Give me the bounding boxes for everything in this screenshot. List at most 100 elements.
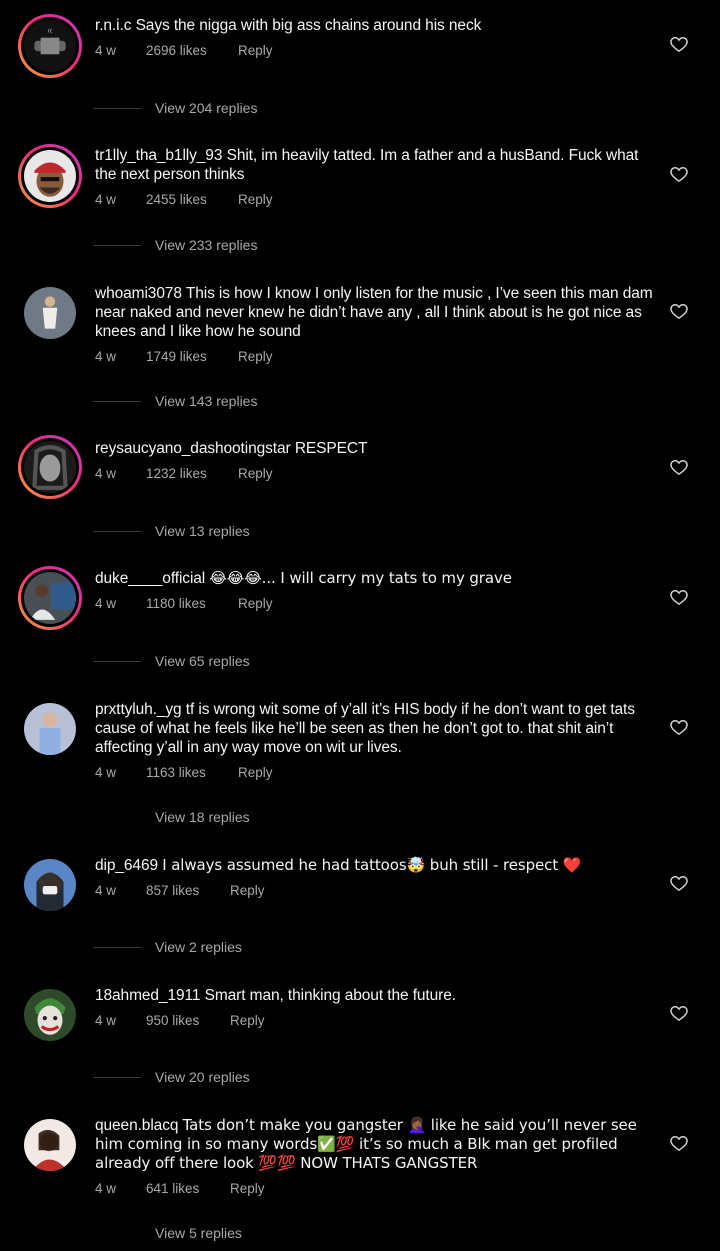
view-replies-label: View 233 replies xyxy=(155,237,258,253)
view-replies-button[interactable]: View 18 replies xyxy=(93,809,250,825)
comment-time: 4 w xyxy=(95,192,117,207)
view-replies-button[interactable]: View 20 replies xyxy=(93,1069,250,1085)
avatar-image xyxy=(24,150,76,202)
comment-time: 4 w xyxy=(95,1013,117,1028)
view-replies-button[interactable]: View 5 replies xyxy=(93,1225,242,1241)
avatar-image xyxy=(24,703,76,755)
comment-meta: 4 w 1749 likes Reply xyxy=(95,349,655,364)
avatar-image xyxy=(24,287,76,339)
comment-text: 18ahmed_1911 Smart man, thinking about t… xyxy=(95,986,655,1005)
avatar[interactable] xyxy=(24,287,76,339)
divider-line xyxy=(93,660,141,662)
reply-button[interactable]: Reply xyxy=(230,1181,265,1196)
heart-outline-icon[interactable] xyxy=(669,34,689,54)
avatar[interactable] xyxy=(24,859,76,911)
view-replies-button[interactable]: View 2 replies xyxy=(93,939,242,955)
view-replies-button[interactable]: View 233 replies xyxy=(93,237,257,253)
comment-likes[interactable]: 857 likes xyxy=(146,883,230,898)
heart-outline-icon[interactable] xyxy=(669,164,689,184)
comment-text: duke____official 😂😂😂... I will carry my … xyxy=(95,569,655,588)
comment-body: Says the nigga with big ass chains aroun… xyxy=(135,17,482,34)
divider-line xyxy=(93,1233,141,1234)
heart-outline-icon[interactable] xyxy=(669,301,689,321)
reply-button[interactable]: Reply xyxy=(238,596,273,611)
comment-username[interactable]: reysaucyano_dashootingstar xyxy=(95,440,291,457)
view-replies-label: View 2 replies xyxy=(155,939,242,955)
comment-time: 4 w xyxy=(95,765,117,780)
comment-body: I always assumed he had tattoos🤯 buh sti… xyxy=(162,856,582,874)
comment-username[interactable]: r.n.i.c xyxy=(95,17,131,34)
comment-meta: 4 w 1180 likes Reply xyxy=(95,596,655,611)
divider-line xyxy=(93,1076,141,1078)
comment-username[interactable]: queen.blacq xyxy=(95,1117,178,1134)
reply-button[interactable]: Reply xyxy=(230,1013,265,1028)
reply-button[interactable]: Reply xyxy=(238,466,273,481)
comment-time: 4 w xyxy=(95,596,117,611)
comment-text: tr1lly_tha_b1lly_93 Shit, im heavily tat… xyxy=(95,146,655,184)
comment-username[interactable]: duke____official xyxy=(95,570,205,587)
avatar[interactable] xyxy=(24,703,76,755)
view-replies-button[interactable]: View 65 replies xyxy=(93,653,250,669)
comment-meta: 4 w 641 likes Reply xyxy=(95,1181,655,1196)
heart-outline-icon[interactable] xyxy=(669,873,689,893)
comment-username[interactable]: tr1lly_tha_b1lly_93 xyxy=(95,147,222,164)
view-replies-label: View 13 replies xyxy=(155,523,250,539)
view-replies-button[interactable]: View 13 replies xyxy=(93,523,250,539)
heart-outline-icon[interactable] xyxy=(669,1003,689,1023)
comment-likes[interactable]: 950 likes xyxy=(146,1013,230,1028)
reply-button[interactable]: Reply xyxy=(238,43,273,58)
divider-line xyxy=(93,530,141,532)
avatar[interactable] xyxy=(18,566,82,630)
comment-likes[interactable]: 1180 likes xyxy=(146,596,238,611)
view-replies-label: View 65 replies xyxy=(155,653,250,669)
comment-likes[interactable]: 1749 likes xyxy=(146,349,238,364)
heart-outline-icon[interactable] xyxy=(669,1133,689,1153)
avatar[interactable] xyxy=(18,435,82,499)
comment-text: r.n.i.c Says the nigga with big ass chai… xyxy=(95,16,655,35)
comment-username[interactable]: whoami3078 xyxy=(95,285,182,302)
avatar[interactable] xyxy=(24,1119,76,1171)
avatar-image xyxy=(24,1119,76,1171)
avatar[interactable] xyxy=(18,144,82,208)
divider-line xyxy=(93,107,141,109)
divider-line xyxy=(93,244,141,246)
comment-time: 4 w xyxy=(95,883,117,898)
comment-likes[interactable]: 1163 likes xyxy=(146,765,238,780)
reply-button[interactable]: Reply xyxy=(238,349,273,364)
comment-likes[interactable]: 2455 likes xyxy=(146,192,238,207)
comment-body: 😂😂😂... I will carry my tats to my grave xyxy=(209,569,512,587)
comment-body: RESPECT xyxy=(294,440,368,457)
comment-username[interactable]: dip_6469 xyxy=(95,857,158,874)
comment-meta: 4 w 950 likes Reply xyxy=(95,1013,655,1028)
comment-meta: 4 w 1232 likes Reply xyxy=(95,466,655,481)
comment-time: 4 w xyxy=(95,349,117,364)
reply-button[interactable]: Reply xyxy=(230,883,265,898)
avatar[interactable]: rc xyxy=(18,14,82,78)
comment-likes[interactable]: 641 likes xyxy=(146,1181,230,1196)
avatar-image xyxy=(24,441,76,493)
comment-time: 4 w xyxy=(95,1181,117,1196)
comment-username[interactable]: 18ahmed_1911 xyxy=(95,987,200,1004)
reply-button[interactable]: Reply xyxy=(238,765,273,780)
comment-meta: 4 w 857 likes Reply xyxy=(95,883,655,898)
view-replies-label: View 5 replies xyxy=(155,1225,242,1241)
comment-username[interactable]: prxttyluh._yg xyxy=(95,701,182,718)
view-replies-button[interactable]: View 204 replies xyxy=(93,100,257,116)
comment-meta: 4 w 2455 likes Reply xyxy=(95,192,655,207)
comment-likes[interactable]: 2696 likes xyxy=(146,43,238,58)
heart-outline-icon[interactable] xyxy=(669,717,689,737)
heart-outline-icon[interactable] xyxy=(669,457,689,477)
comment-meta: 4 w 2696 likes Reply xyxy=(95,43,655,58)
comment-time: 4 w xyxy=(95,466,117,481)
avatar-image xyxy=(24,989,76,1041)
comment-likes[interactable]: 1232 likes xyxy=(146,466,238,481)
reply-button[interactable]: Reply xyxy=(238,192,273,207)
comment-text: queen.blacq Tats don’t make you gangster… xyxy=(95,1116,655,1173)
heart-outline-icon[interactable] xyxy=(669,587,689,607)
divider-line xyxy=(93,946,141,948)
svg-text:rc: rc xyxy=(48,28,53,34)
view-replies-button[interactable]: View 143 replies xyxy=(93,393,257,409)
avatar[interactable] xyxy=(24,989,76,1041)
divider-line xyxy=(93,400,141,402)
view-replies-label: View 18 replies xyxy=(155,809,250,825)
